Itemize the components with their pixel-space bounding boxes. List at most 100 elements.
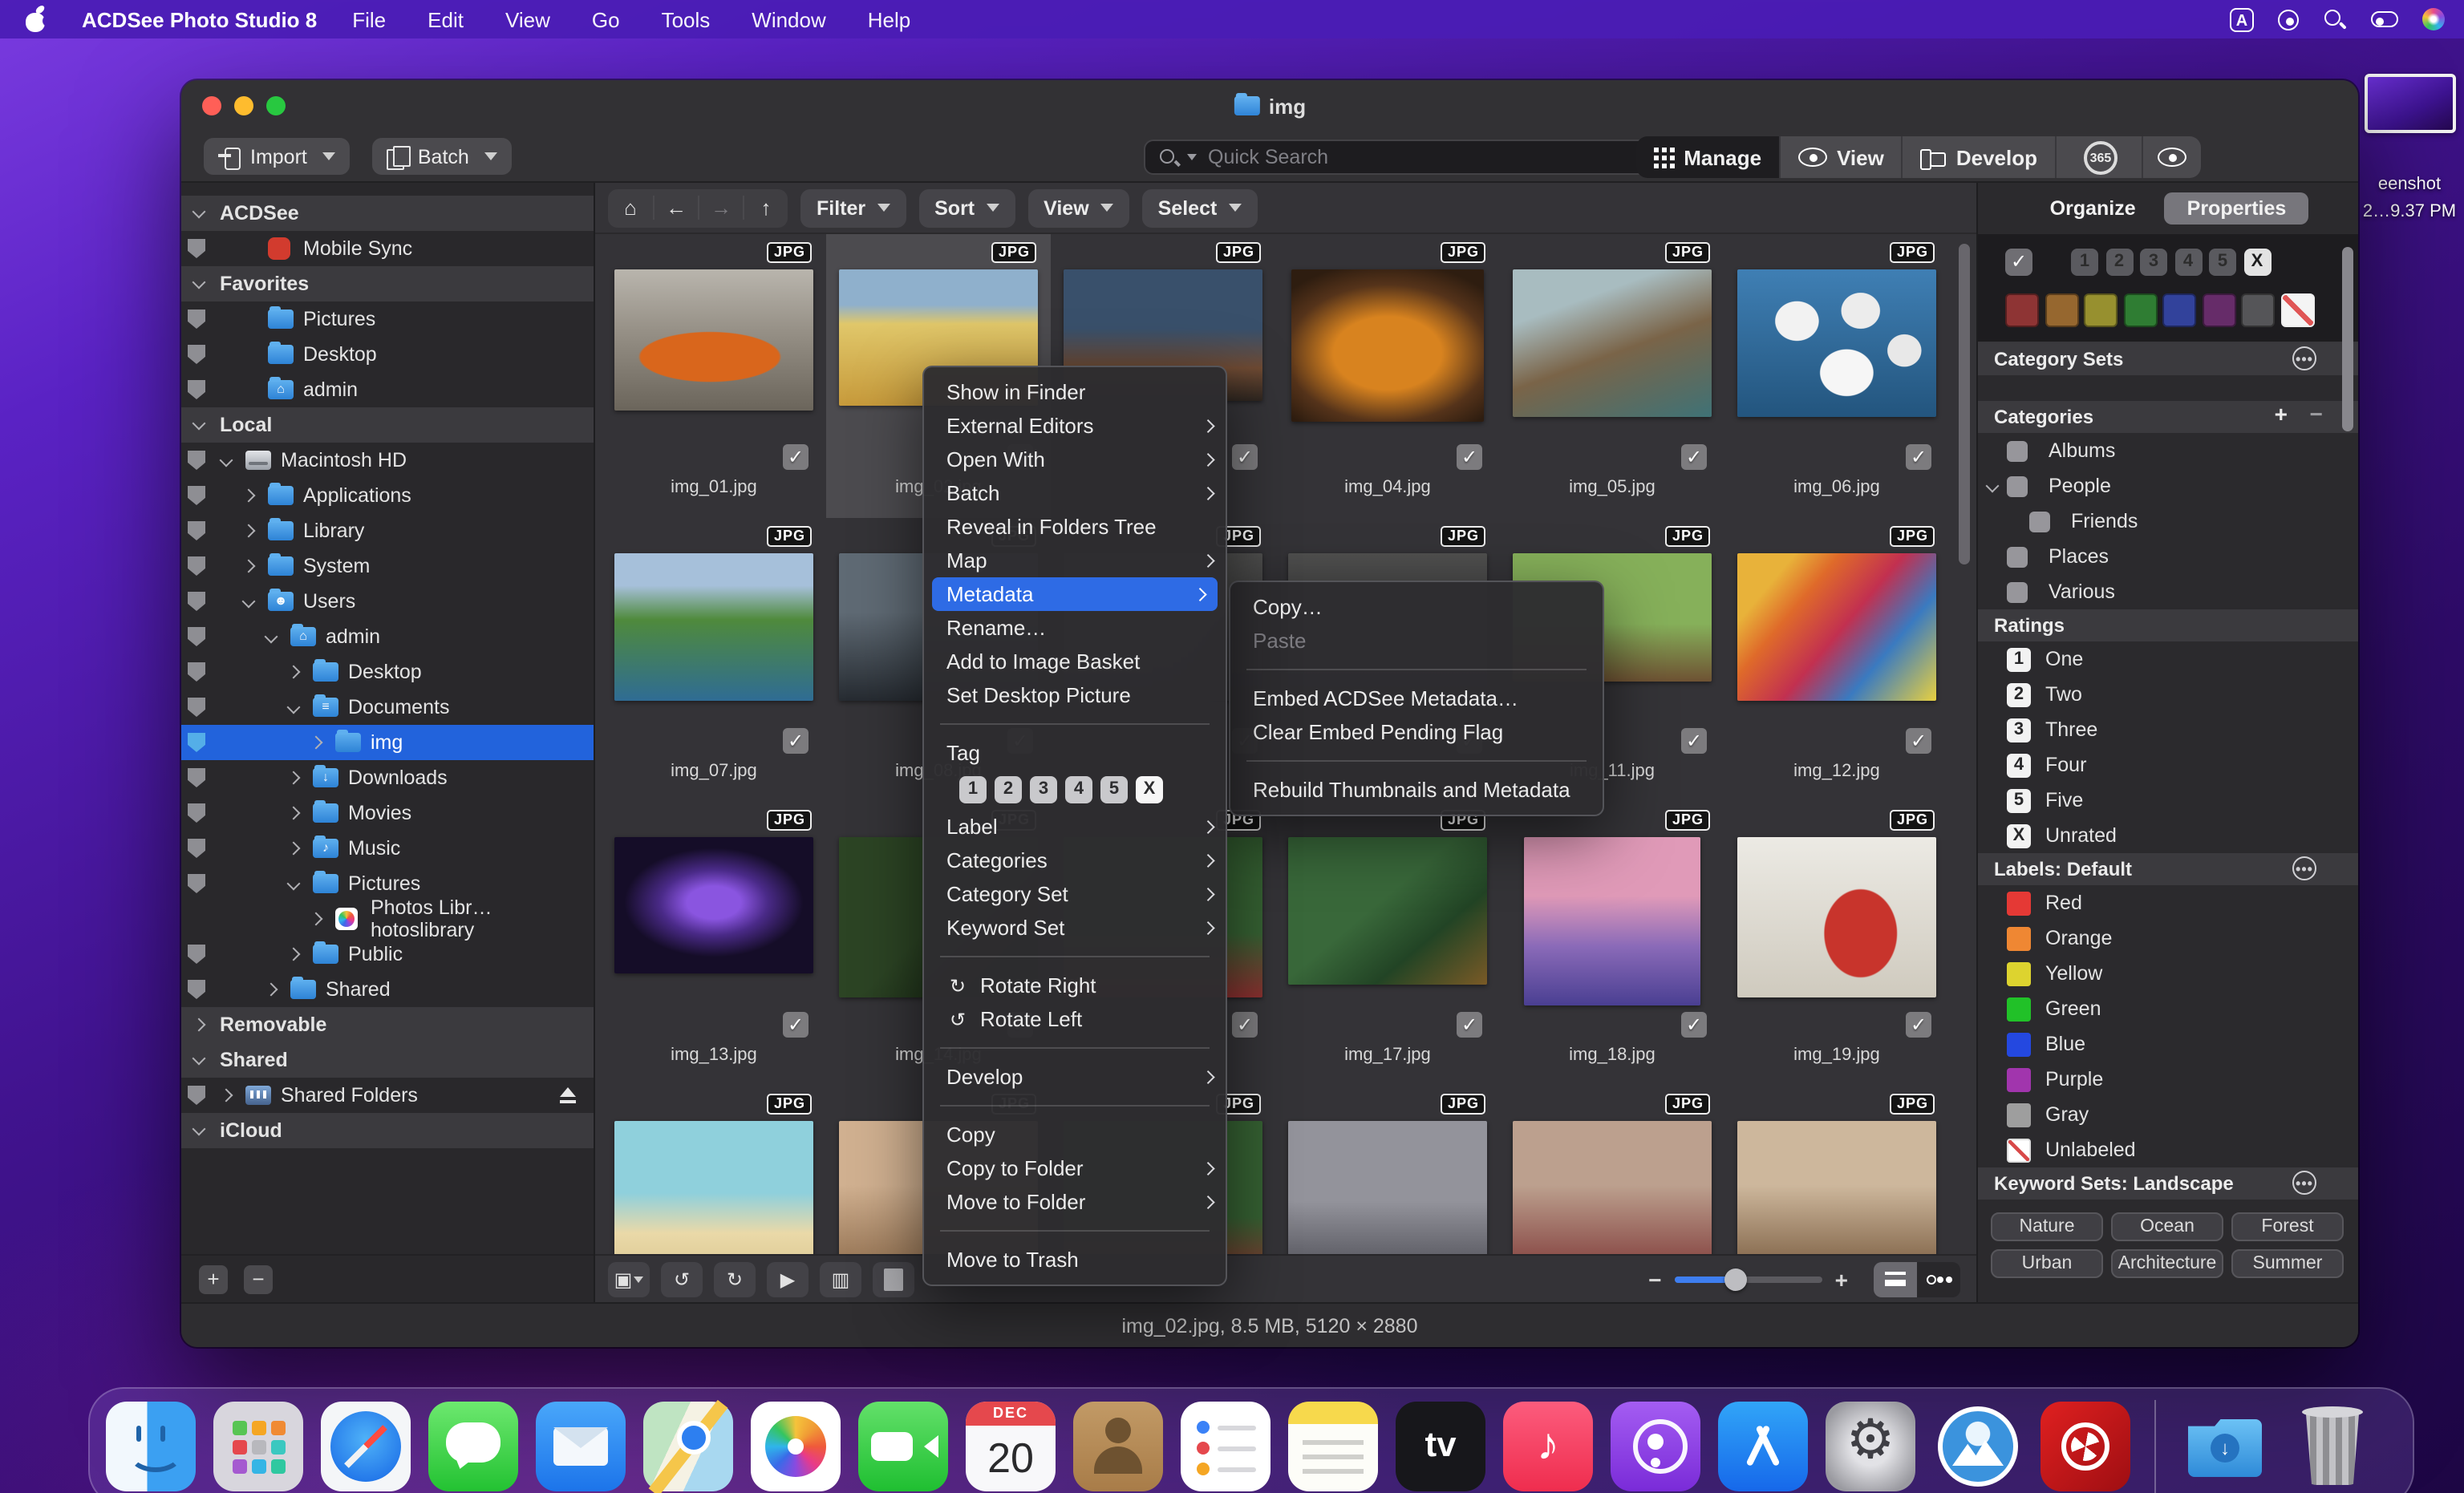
label-swatch-3[interactable] — [2084, 293, 2118, 327]
menu-item-category-set[interactable]: Category Set — [924, 877, 1226, 911]
compare-button[interactable] — [873, 1261, 914, 1297]
chevron-right-icon[interactable] — [241, 559, 256, 573]
zoom-slider[interactable] — [1674, 1268, 1822, 1290]
batch-button[interactable]: Batch — [372, 138, 513, 175]
input-source-icon[interactable]: A — [2230, 7, 2254, 31]
siri-icon[interactable] — [2422, 8, 2445, 30]
dock-messages-icon[interactable] — [428, 1402, 518, 1491]
sidebar-section-local[interactable]: Local — [181, 407, 594, 443]
chevron-down-icon[interactable] — [192, 204, 206, 219]
chevron-right-icon[interactable] — [264, 982, 278, 997]
rating-clear-button[interactable]: X — [2243, 249, 2271, 276]
grid-scrollbar[interactable] — [1959, 244, 1970, 564]
sidebar-item-music[interactable]: ♪ Music — [181, 831, 594, 866]
tab-develop[interactable]: Develop — [1901, 136, 2055, 178]
remove-icon[interactable]: − — [2310, 401, 2323, 427]
add-icon[interactable]: + — [2275, 401, 2288, 427]
sidebar-item-desktop[interactable]: Desktop — [181, 654, 594, 690]
submenu-item-embed-acdsee-metadata-[interactable]: Embed ACDSee Metadata… — [1230, 682, 1603, 715]
sync-view-button[interactable] — [2142, 136, 2201, 178]
thumbnail-cell-img_19-jpg[interactable]: JPG ✓ img_19.jpg — [1724, 802, 1949, 1086]
sidebar-item-applications[interactable]: Applications — [181, 478, 594, 513]
label-row-blue[interactable]: Blue — [1978, 1026, 2358, 1062]
menu-item-rotate-left[interactable]: ↺ Rotate Left — [924, 1002, 1226, 1036]
sidebar-item-downloads[interactable]: ↓ Downloads — [181, 760, 594, 795]
slideshow-button[interactable]: ▶ — [767, 1261, 808, 1297]
back-button[interactable]: ← — [653, 196, 698, 220]
dock-calendar-icon[interactable]: DEC 20 — [966, 1402, 1056, 1491]
filter-dropdown[interactable]: Filter — [800, 188, 906, 227]
keyword-urban-button[interactable]: Urban — [1991, 1249, 2103, 1278]
dock-finder-icon[interactable] — [106, 1402, 196, 1491]
tag-2-button[interactable]: 2 — [995, 775, 1022, 803]
category-row-various[interactable]: Various — [1978, 574, 2358, 609]
up-button[interactable]: ↑ — [743, 196, 788, 220]
tab-view[interactable]: View — [1779, 136, 1902, 178]
category-row-albums[interactable]: Albums — [1978, 433, 2358, 468]
keyword-ocean-button[interactable]: Ocean — [2111, 1212, 2223, 1241]
menubar-item-tools[interactable]: Tools — [662, 7, 711, 31]
sidebar-item-library[interactable]: Library — [181, 513, 594, 548]
label-swatch-5[interactable] — [2162, 293, 2196, 327]
sidebar-section-shared[interactable]: Shared — [181, 1042, 594, 1078]
sidebar-item-desktop[interactable]: Desktop — [181, 337, 594, 372]
zoom-slider-knob[interactable] — [1724, 1268, 1748, 1290]
chevron-down-icon[interactable] — [219, 453, 233, 467]
control-center-icon[interactable] — [2371, 11, 2398, 27]
filmstrip-button[interactable]: ▥ — [820, 1261, 861, 1297]
sort-dropdown[interactable]: Sort — [918, 188, 1015, 227]
add-folder-button[interactable]: + — [199, 1264, 228, 1293]
thumbnail-cell-img_18-jpg[interactable]: JPG ✓ img_18.jpg — [1500, 802, 1724, 1086]
sidebar-item-photos-libr-hotoslibrary[interactable]: Photos Libr…hotoslibrary — [181, 896, 594, 941]
category-checkbox[interactable] — [2007, 581, 2028, 602]
zoom-button[interactable] — [266, 96, 286, 115]
sidebar-item-movies[interactable]: Movies — [181, 795, 594, 831]
menu-item-add-to-image-basket[interactable]: Add to Image Basket — [924, 645, 1226, 678]
chevron-right-icon[interactable] — [219, 1088, 233, 1103]
menubar-item-window[interactable]: Window — [752, 7, 826, 31]
rating-row-five[interactable]: 5 Five — [1978, 783, 2358, 818]
rating-1-button[interactable]: 1 — [2071, 249, 2098, 276]
thumbnail-checkbox[interactable]: ✓ — [1906, 1012, 1931, 1038]
photo-thumbnail[interactable] — [1737, 837, 1936, 997]
dock-trash-icon[interactable] — [2288, 1402, 2377, 1491]
tab-properties[interactable]: Properties — [2164, 192, 2309, 225]
category-checkbox[interactable] — [2007, 440, 2028, 461]
menu-item-map[interactable]: Map — [924, 544, 1226, 577]
sidebar-item-mobile-sync[interactable]: Mobile Sync — [181, 231, 594, 266]
app-menu-title[interactable]: ACDSee Photo Studio 8 — [82, 7, 317, 31]
dock-appstore-icon[interactable] — [1718, 1402, 1808, 1491]
rating-row-unrated[interactable]: X Unrated — [1978, 818, 2358, 853]
photo-thumbnail[interactable] — [1737, 553, 1936, 701]
thumbnail-cell[interactable]: JPG✓ — [602, 1086, 826, 1254]
thumb-view-button[interactable] — [1917, 1261, 1960, 1297]
menu-item-batch[interactable]: Batch — [924, 476, 1226, 510]
thumbnail-checkbox[interactable]: ✓ — [1232, 444, 1258, 470]
label-row-purple[interactable]: Purple — [1978, 1062, 2358, 1097]
thumbnail-checkbox[interactable]: ✓ — [1457, 1012, 1482, 1038]
minimize-button[interactable] — [234, 96, 253, 115]
keyword-architecture-button[interactable]: Architecture — [2111, 1249, 2223, 1278]
ellipsis-menu-icon[interactable]: ••• — [2292, 856, 2316, 880]
thumbnail-cell-img_05-jpg[interactable]: JPG ✓ img_05.jpg — [1500, 234, 1724, 518]
rotate-left-button[interactable]: ↺ — [661, 1261, 703, 1297]
chevron-right-icon[interactable] — [241, 488, 256, 503]
menu-item-reveal-in-folders-tree[interactable]: Reveal in Folders Tree — [924, 510, 1226, 544]
label-row-gray[interactable]: Gray — [1978, 1097, 2358, 1132]
photo-thumbnail[interactable] — [1291, 269, 1484, 422]
tag-5-button[interactable]: 5 — [1100, 775, 1128, 803]
eject-icon[interactable] — [558, 1087, 578, 1103]
chevron-right-icon[interactable] — [286, 841, 301, 856]
ellipsis-menu-icon[interactable]: ••• — [2292, 1171, 2316, 1195]
ellipsis-menu-icon[interactable]: ••• — [2292, 346, 2316, 370]
rating-row-four[interactable]: 4 Four — [1978, 747, 2358, 783]
dock-downloads-icon[interactable] — [2180, 1402, 2270, 1491]
photo-thumbnail[interactable] — [1513, 269, 1712, 417]
thumbnail-cell[interactable]: JPG✓ — [1500, 1086, 1724, 1254]
thumbnail-cell[interactable]: JPG✓ — [1275, 1086, 1500, 1254]
menu-item-label[interactable]: Label — [924, 810, 1226, 844]
chevron-right-icon[interactable] — [309, 735, 323, 750]
menu-item-rename-[interactable]: Rename… — [924, 611, 1226, 645]
chevron-right-icon[interactable] — [286, 665, 301, 679]
thumbnail-cell-img_06-jpg[interactable]: JPG ✓ img_06.jpg — [1724, 234, 1949, 518]
